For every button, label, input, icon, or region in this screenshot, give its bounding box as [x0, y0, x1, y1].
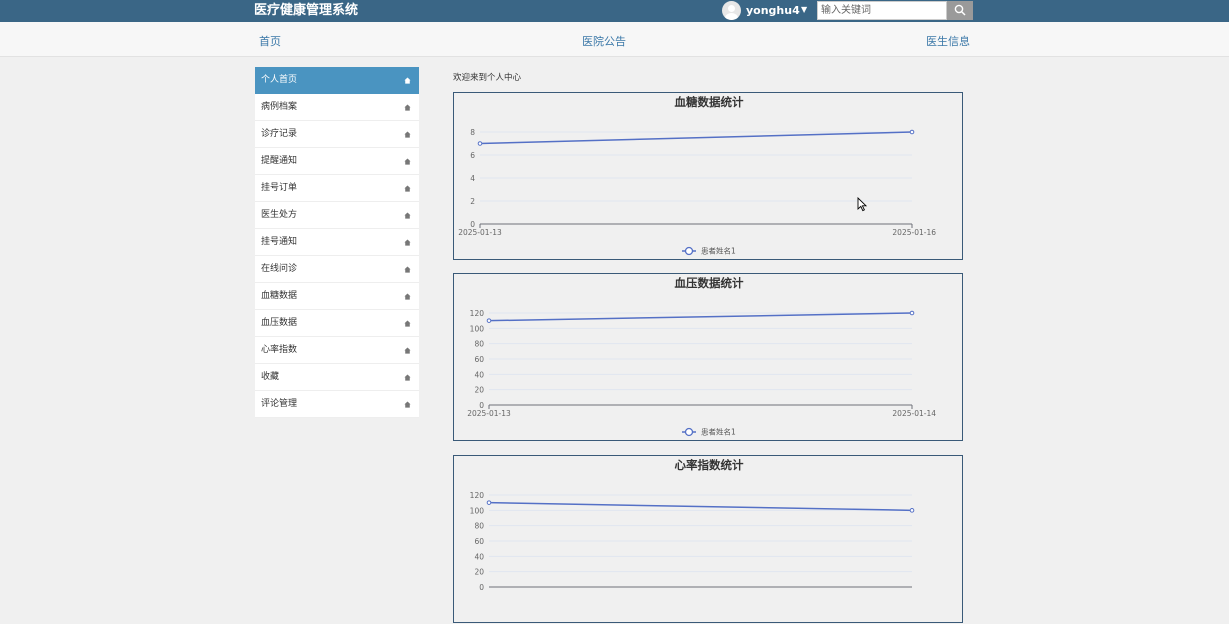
- sidebar-item-label: 挂号订单: [261, 183, 298, 193]
- blood-pressure-chart-svg: 血压数据统计 0204060801001202025-01-13 2025-01-…: [467, 276, 936, 437]
- sidebar-item-favorites[interactable]: 收藏: [255, 364, 419, 391]
- sidebar-item-label: 个人首页: [261, 75, 298, 85]
- sidebar-item-reminders[interactable]: 提醒通知: [255, 148, 419, 175]
- x-tick-label: 2025-01-14: [892, 409, 936, 418]
- legend-marker[interactable]: [684, 427, 694, 437]
- y-tick-label: 8: [470, 128, 475, 137]
- x-tick-label: 2025-01-16: [892, 228, 936, 237]
- chart-title: 血糖数据统计: [675, 95, 744, 109]
- main-nav: 首页 医院公告 医生信息: [0, 22, 1229, 57]
- y-tick-label: 40: [474, 370, 484, 379]
- home-icon: [404, 347, 411, 354]
- app-title: 医疗健康管理系统: [254, 3, 359, 18]
- series-line: [479, 131, 913, 145]
- sidebar-item-blood-sugar[interactable]: 血糖数据: [255, 283, 419, 310]
- sidebar-item-label: 在线问诊: [261, 264, 298, 274]
- y-tick-label: 80: [474, 522, 484, 531]
- y-tick-label: 120: [470, 491, 485, 500]
- nav-home[interactable]: 首页: [259, 35, 281, 49]
- heart-rate-chart: 心率指数统计 0 20 40 60 80 100 120: [453, 455, 963, 623]
- legend-marker[interactable]: [684, 246, 694, 256]
- x-tick-label: 2025-01-13: [467, 409, 511, 418]
- sidebar-item-personal-home[interactable]: 个人首页: [255, 67, 419, 94]
- sidebar-item-label: 心率指数: [261, 345, 298, 355]
- home-icon: [404, 239, 411, 246]
- sidebar-item-case-files[interactable]: 病例档案: [255, 94, 419, 121]
- sidebar-item-label: 评论管理: [261, 399, 298, 409]
- y-tick-label: 100: [470, 324, 485, 333]
- home-icon: [404, 293, 411, 300]
- y-tick-label: 60: [474, 355, 484, 364]
- y-tick-label: 60: [474, 537, 484, 546]
- y-tick-label: 20: [474, 386, 484, 395]
- sidebar-item-treatment-records[interactable]: 诊疗记录: [255, 121, 419, 148]
- home-icon: [404, 77, 411, 84]
- home-icon: [404, 104, 411, 111]
- home-icon: [404, 158, 411, 165]
- home-icon: [404, 320, 411, 327]
- heart-rate-chart-svg: 心率指数统计 020406080100120: [470, 458, 915, 592]
- caret-down-icon[interactable]: ▼: [801, 4, 807, 16]
- home-icon: [404, 185, 411, 192]
- blood-sugar-chart-svg: 血糖数据统计 024682025-01-13 2025-01-16患者姓名1: [458, 95, 936, 256]
- sidebar-item-prescriptions[interactable]: 医生处方: [255, 202, 419, 229]
- home-icon: [404, 212, 411, 219]
- y-tick-label: 2: [470, 197, 475, 206]
- sidebar-item-label: 收藏: [261, 372, 280, 382]
- sidebar-item-label: 诊疗记录: [261, 129, 298, 139]
- search-input[interactable]: [817, 1, 947, 20]
- sidebar-item-label: 病例档案: [261, 102, 298, 112]
- sidebar-item-registration-orders[interactable]: 挂号订单: [255, 175, 419, 202]
- blood-pressure-chart: 血压数据统计 0 20 40 60 80 100 120 2025-01-13 2025-01-…: [453, 273, 963, 441]
- data-point[interactable]: [909, 310, 915, 316]
- username[interactable]: yonghu4: [746, 3, 800, 18]
- y-tick-label: 6: [470, 151, 475, 160]
- y-tick-label: 120: [470, 309, 485, 318]
- y-tick-label: 100: [470, 506, 485, 515]
- mouse-cursor-icon: [857, 197, 868, 212]
- chart-title: 血压数据统计: [675, 276, 744, 290]
- sidebar-item-label: 医生处方: [261, 210, 298, 220]
- home-icon: [404, 374, 411, 381]
- legend-label[interactable]: 患者姓名1: [701, 427, 736, 437]
- y-tick-label: 20: [474, 568, 484, 577]
- nav-doctor-info[interactable]: 医生信息: [926, 35, 970, 49]
- top-bar: 医疗健康管理系统 yonghu4 ▼: [0, 0, 1229, 22]
- chart-title: 心率指数统计: [675, 458, 744, 472]
- legend-label[interactable]: 患者姓名1: [701, 246, 736, 256]
- sidebar-item-label: 血压数据: [261, 318, 298, 328]
- sidebar-item-comments[interactable]: 评论管理: [255, 391, 419, 418]
- nav-hospital-notice[interactable]: 医院公告: [582, 35, 626, 49]
- sidebar-item-heart-rate[interactable]: 心率指数: [255, 337, 419, 364]
- sidebar-item-registration-notices[interactable]: 挂号通知: [255, 229, 419, 256]
- y-tick-label: 40: [474, 552, 484, 561]
- search-icon: [954, 4, 966, 16]
- sidebar-item-blood-pressure[interactable]: 血压数据: [255, 310, 419, 337]
- x-tick-label: 2025-01-13: [458, 228, 502, 237]
- sidebar-item-label: 挂号通知: [261, 237, 298, 247]
- home-icon: [404, 131, 411, 138]
- data-point[interactable]: [477, 141, 483, 146]
- sidebar-item-label: 血糖数据: [261, 291, 298, 301]
- sidebar-item-label: 提醒通知: [261, 156, 298, 166]
- home-icon: [404, 401, 411, 408]
- y-tick-label: 4: [470, 174, 475, 183]
- blood-sugar-chart: 血糖数据统计 0 2 4 6 8 2025-01-13 2025-01-16 患者姓名1: [453, 92, 963, 260]
- data-point[interactable]: [486, 500, 492, 505]
- data-point[interactable]: [486, 318, 492, 323]
- welcome-text: 欢迎来到个人中心: [453, 73, 522, 83]
- user-avatar-icon[interactable]: [722, 1, 741, 20]
- series-line: [488, 501, 913, 512]
- search-button[interactable]: [947, 1, 973, 20]
- home-icon: [404, 266, 411, 273]
- sidebar-item-online-consultation[interactable]: 在线问诊: [255, 256, 419, 283]
- series-line: [488, 312, 913, 322]
- sidebar: 个人首页 病例档案 诊疗记录 提醒通知 挂号订单 医生处方 挂号通知 在线问诊 …: [255, 67, 419, 418]
- data-point[interactable]: [909, 508, 915, 513]
- data-point[interactable]: [909, 129, 915, 135]
- y-tick-label: 80: [474, 340, 484, 349]
